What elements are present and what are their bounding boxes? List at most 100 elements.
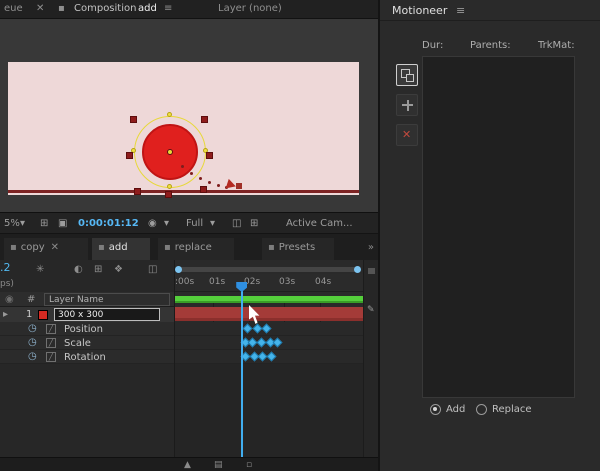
property-row-scale[interactable]: ◷ ╱ Scale xyxy=(0,336,175,350)
layer-name-column-header[interactable]: Layer Name xyxy=(44,293,170,306)
motion-path-dot xyxy=(208,181,211,184)
eye-icon[interactable]: ◉ xyxy=(5,294,14,305)
transform-button[interactable] xyxy=(396,94,418,116)
chevron-down-icon[interactable]: ▾ xyxy=(20,218,25,229)
bbox-handle[interactable] xyxy=(165,191,172,198)
layer-color-swatch[interactable] xyxy=(38,310,48,320)
close-icon[interactable]: ✕ xyxy=(51,242,59,253)
motion-path-dot xyxy=(181,165,184,168)
replace-radio-label[interactable]: Replace xyxy=(492,404,532,415)
stopwatch-icon[interactable]: ◷ xyxy=(28,323,37,334)
time-ruler[interactable]: :00s 01s 02s 03s 04s xyxy=(175,274,363,292)
keyframe[interactable] xyxy=(242,324,252,334)
mask-toggle-icon[interactable]: ▣ xyxy=(58,218,67,229)
work-area-start-handle[interactable] xyxy=(175,266,182,273)
track-row-position[interactable] xyxy=(175,322,363,336)
composition-name[interactable]: add xyxy=(138,3,157,14)
chevron-down-icon[interactable]: ▾ xyxy=(210,218,215,229)
region-of-interest-icon[interactable]: ◫ xyxy=(232,218,241,229)
layer-in-out-bar-green[interactable] xyxy=(175,296,363,303)
property-label[interactable]: Position xyxy=(64,324,103,335)
tab-copy[interactable]: ▪copy✕ xyxy=(4,238,88,260)
grid-guides-icon[interactable]: ⊞ xyxy=(40,218,48,229)
panel-menu-icon[interactable]: ≡ xyxy=(456,4,465,17)
motioneer-header: Motioneer ≡ xyxy=(380,0,600,21)
ruler-label: 01s xyxy=(209,277,225,287)
tab-replace[interactable]: ▪replace xyxy=(158,238,234,260)
tab-add[interactable]: ▪add xyxy=(92,238,150,260)
graph-icon[interactable]: ╱ xyxy=(46,338,56,348)
motion-path-dot xyxy=(217,184,220,187)
vertex-dot[interactable] xyxy=(167,112,172,117)
property-row-rotation[interactable]: ◷ ╱ Rotation xyxy=(0,350,175,364)
work-area-marker[interactable] xyxy=(368,268,375,274)
timeline-tab-bar: ▪copy✕ ▪add ▪replace ▪Presets » xyxy=(0,234,378,260)
zoom-level[interactable]: 5% xyxy=(4,218,20,229)
zoom-out-icon[interactable]: ▲ xyxy=(184,460,191,470)
stopwatch-icon[interactable]: ◷ xyxy=(28,351,37,362)
replace-radio[interactable] xyxy=(476,404,487,415)
add-radio[interactable] xyxy=(430,404,441,415)
add-radio-label[interactable]: Add xyxy=(446,404,465,415)
composition-canvas[interactable] xyxy=(8,62,359,195)
motion-blur-icon[interactable]: ❖ xyxy=(114,264,123,275)
pen-icon[interactable]: ✎ xyxy=(367,305,375,315)
panel-icon: ▪ xyxy=(10,242,17,253)
work-area-bar[interactable] xyxy=(176,267,360,272)
tab-render-queue[interactable]: eue xyxy=(4,3,23,14)
vertex-dot[interactable] xyxy=(167,184,172,189)
anchor-point[interactable] xyxy=(167,149,173,155)
tab-presets[interactable]: ▪Presets xyxy=(262,238,334,260)
bbox-handle[interactable] xyxy=(200,186,207,193)
motioneer-layer-list[interactable] xyxy=(422,56,575,398)
toggle-switches-icon[interactable]: ▤ xyxy=(214,460,223,470)
tab-composition[interactable]: Composition xyxy=(74,3,136,14)
layer-name-field[interactable]: 300 x 300 xyxy=(54,308,160,321)
property-label[interactable]: Scale xyxy=(64,338,91,349)
stopwatch-icon[interactable]: ◷ xyxy=(28,337,37,348)
bbox-handle[interactable] xyxy=(134,188,141,195)
layer-row[interactable]: ▸ 1 300 x 300 xyxy=(0,307,175,322)
keyframe[interactable] xyxy=(272,338,282,348)
draft-3d-icon[interactable]: ◐ xyxy=(74,264,83,275)
current-timecode[interactable]: 0:00:01:12 xyxy=(78,218,139,229)
bbox-handle[interactable] xyxy=(201,116,208,123)
bbox-handle[interactable] xyxy=(130,116,137,123)
work-area-end-handle[interactable] xyxy=(354,266,361,273)
clear-button[interactable]: ✕ xyxy=(396,124,418,146)
timeline-panel: .2 ps) ✳ ◐ ⊞ ❖ ◫ ◉ # Layer Name ▸ 1 300 … xyxy=(0,260,378,471)
composition-viewer[interactable] xyxy=(0,19,378,212)
graph-editor-icon[interactable]: ◫ xyxy=(148,264,157,275)
close-icon[interactable]: ✕ xyxy=(36,3,44,14)
comp-flowchart-icon[interactable]: ✳ xyxy=(36,264,44,275)
tab-overflow-icon[interactable]: » xyxy=(368,242,374,253)
tab-layer[interactable]: Layer (none) xyxy=(218,3,282,14)
camera-snapshot-icon[interactable]: ◉ xyxy=(148,218,157,229)
bbox-handle[interactable] xyxy=(126,152,133,159)
track-row-scale[interactable] xyxy=(175,336,363,350)
property-label[interactable]: Rotation xyxy=(64,352,106,363)
panel-title[interactable]: Motioneer xyxy=(392,4,447,17)
chevron-down-icon[interactable]: ▾ xyxy=(164,218,169,229)
timeline-right-strip: ✎ xyxy=(363,260,378,457)
bbox-handle[interactable] xyxy=(206,152,213,159)
expander-icon[interactable]: ▸ xyxy=(3,309,8,320)
timeline-bottom-bar: ▲ ▤ ▫ xyxy=(0,457,378,471)
graph-icon[interactable]: ╱ xyxy=(46,324,56,334)
track-row-rotation[interactable] xyxy=(175,350,363,364)
frame-blend-icon[interactable]: ⊞ xyxy=(94,264,102,275)
timeline-tracks[interactable]: :00s 01s 02s 03s 04s xyxy=(175,260,363,457)
select-layers-button[interactable] xyxy=(396,64,418,86)
layer-duration-bar[interactable] xyxy=(175,307,363,321)
transparency-grid-icon[interactable]: ⊞ xyxy=(250,218,258,229)
keyframe[interactable] xyxy=(267,352,277,362)
zoom-slider-icon[interactable]: ▫ xyxy=(246,460,252,470)
resolution-select[interactable]: Full xyxy=(186,218,203,229)
motion-path-endpoint[interactable] xyxy=(236,183,242,189)
property-row-position[interactable]: ◷ ╱ Position xyxy=(0,322,175,336)
active-camera-select[interactable]: Active Cam... xyxy=(286,218,353,229)
playhead[interactable] xyxy=(241,290,243,457)
keyframe[interactable] xyxy=(262,324,272,334)
panel-menu-icon[interactable]: ≡ xyxy=(164,3,172,14)
graph-icon[interactable]: ╱ xyxy=(46,352,56,362)
